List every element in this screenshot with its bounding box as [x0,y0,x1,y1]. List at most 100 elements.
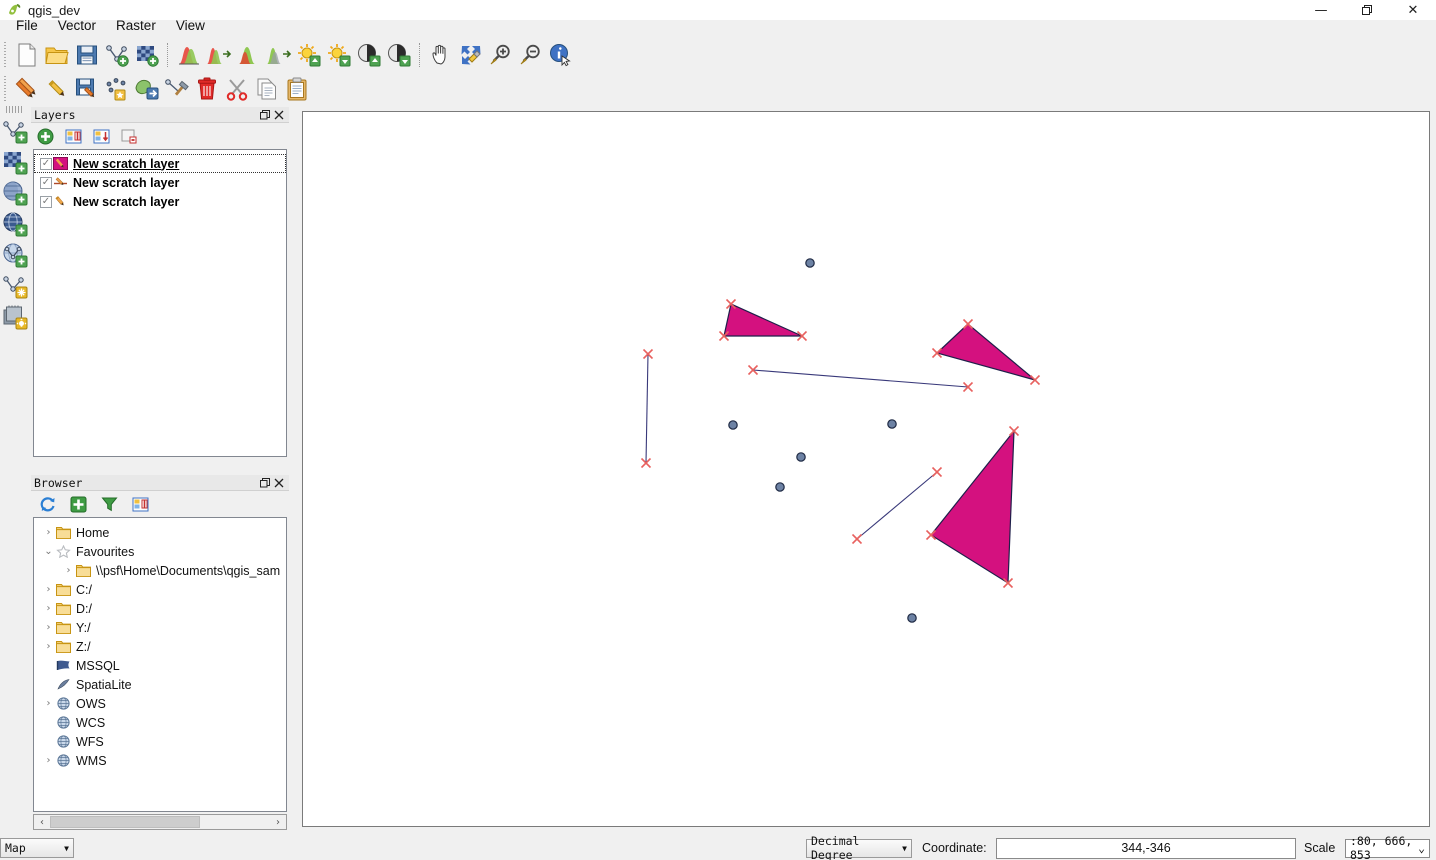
map-point-5[interactable] [775,482,785,492]
add-favourite-icon[interactable] [68,494,88,514]
map-features-layer[interactable] [303,112,1429,826]
toolbar-grip-2[interactable] [2,76,10,102]
layer-row-0[interactable]: New scratch layer [34,154,286,173]
map-polygon-3[interactable] [930,429,1015,585]
undock-icon[interactable] [258,476,272,490]
paste-features-icon[interactable] [282,74,312,104]
zoom-out-icon[interactable] [516,40,546,70]
chevron-icon[interactable]: › [42,621,55,634]
current-edits-icon[interactable] [42,74,72,104]
map-point-1[interactable] [805,258,815,268]
contrast-increase-icon[interactable] [354,40,384,70]
left-toolbar-grip[interactable] [6,106,24,113]
pan-map-icon[interactable] [426,40,456,70]
map-point-2[interactable] [728,420,738,430]
add-wms-layer-icon[interactable] [1,208,29,239]
open-layer-styling-icon[interactable] [35,126,55,146]
copy-features-icon[interactable] [252,74,282,104]
open-project-icon[interactable] [42,40,72,70]
add-mesh-layer-icon[interactable] [1,177,29,208]
manage-map-themes-icon[interactable] [91,126,111,146]
add-group-icon[interactable] [63,126,83,146]
close-icon[interactable] [272,476,286,490]
menu-view[interactable]: View [166,16,215,35]
new-project-icon[interactable] [12,40,42,70]
chevron-icon[interactable]: › [42,526,55,539]
browser-item-psf-home-documents-qgis-sam[interactable]: › \\psf\Home\Documents\qgis_sam [34,561,286,580]
browser-item-wcs[interactable]: WCS [34,713,286,732]
menu-file[interactable]: File [6,16,48,35]
add-raster-layer-icon[interactable] [1,146,29,177]
collapse-all-icon[interactable] [130,494,150,514]
scale-field[interactable]: :80, 666, 853 ⌄ [1345,834,1430,860]
scroll-left-arrow[interactable]: ‹ [34,815,50,829]
layer-visibility-checkbox-0[interactable] [40,157,52,170]
zoom-in-icon[interactable] [486,40,516,70]
map-point-3[interactable] [887,419,897,429]
browser-item-spatialite[interactable]: SpatiaLite [34,675,286,694]
chevron-icon[interactable]: › [42,602,55,615]
browser-item-home[interactable]: › Home [34,523,286,542]
toggle-editing-icon[interactable] [12,74,42,104]
close-icon[interactable] [272,108,286,122]
browser-item-mssql[interactable]: MSSQL [34,656,286,675]
layer-visibility-checkbox-1[interactable] [40,176,52,189]
layer-row-2[interactable]: New scratch layer [34,192,286,211]
map-line-1[interactable] [645,353,649,464]
histogram-stretch-icon[interactable] [174,40,204,70]
browser-item-ows[interactable]: › OWS [34,694,286,713]
chevron-icon[interactable]: › [62,564,75,577]
browser-horizontal-scrollbar[interactable]: ‹ › [33,814,287,830]
new-raster-layer-icon[interactable] [132,40,162,70]
histogram-cumulative-full-icon[interactable] [264,40,294,70]
histogram-cumulative-icon[interactable] [234,40,264,70]
layers-tree[interactable]: New scratch layer New scratch layer New … [33,149,287,457]
add-polygon-feature-icon[interactable] [132,74,162,104]
layer-row-1[interactable]: New scratch layer [34,173,286,192]
browser-item-favourites[interactable]: ⌄ Favourites [34,542,286,561]
menu-vector[interactable]: Vector [48,16,106,35]
browser-item-c[interactable]: › C:/ [34,580,286,599]
scrollbar-thumb[interactable] [50,816,200,828]
browser-item-wfs[interactable]: WFS [34,732,286,751]
histogram-stretch-full-icon[interactable] [204,40,234,70]
brightness-increase-icon[interactable] [294,40,324,70]
save-layer-edits-icon[interactable] [72,74,102,104]
delete-selected-icon[interactable] [192,74,222,104]
zoom-full-icon[interactable] [456,40,486,70]
vertex-tool-icon[interactable] [162,74,192,104]
chevron-icon[interactable]: › [42,697,55,710]
map-polygon-1[interactable] [723,303,803,337]
menu-raster[interactable]: Raster [106,16,166,35]
toolbar-grip[interactable] [2,42,10,68]
coordinate-field[interactable]: 344,-346 [996,837,1296,859]
map-line-3[interactable] [856,471,938,540]
chevron-icon[interactable]: ⌄ [42,545,55,558]
contrast-decrease-icon[interactable] [384,40,414,70]
identify-features-icon[interactable] [546,40,576,70]
add-wfs-layer-icon[interactable] [1,239,29,270]
map-polygon-2[interactable] [935,323,1036,381]
chevron-icon[interactable]: › [42,640,55,653]
cut-features-icon[interactable] [222,74,252,104]
browser-tree[interactable]: › Home ⌄ Favourites › \\psf\Home\Documents\qg… [33,517,287,812]
map-line-2[interactable] [752,369,969,388]
map-point-4[interactable] [796,452,806,462]
browser-item-y[interactable]: › Y:/ [34,618,286,637]
save-project-icon[interactable] [72,40,102,70]
browser-item-z[interactable]: › Z:/ [34,637,286,656]
database-manager-icon[interactable] [1,301,29,332]
filter-browser-icon[interactable] [99,494,119,514]
new-virtual-layer-icon[interactable] [1,270,29,301]
browser-item-wms[interactable]: › WMS [34,751,286,770]
layer-visibility-checkbox-2[interactable] [40,195,52,208]
refresh-icon[interactable] [37,494,57,514]
chevron-icon[interactable]: › [42,583,55,596]
brightness-decrease-icon[interactable] [324,40,354,70]
add-vector-layer-icon[interactable] [1,115,29,146]
browser-item-d[interactable]: › D:/ [34,599,286,618]
map-selector[interactable]: Map ▼ [0,838,74,858]
map-canvas[interactable] [302,111,1430,827]
undock-icon[interactable] [258,108,272,122]
scroll-right-arrow[interactable]: › [270,815,286,829]
